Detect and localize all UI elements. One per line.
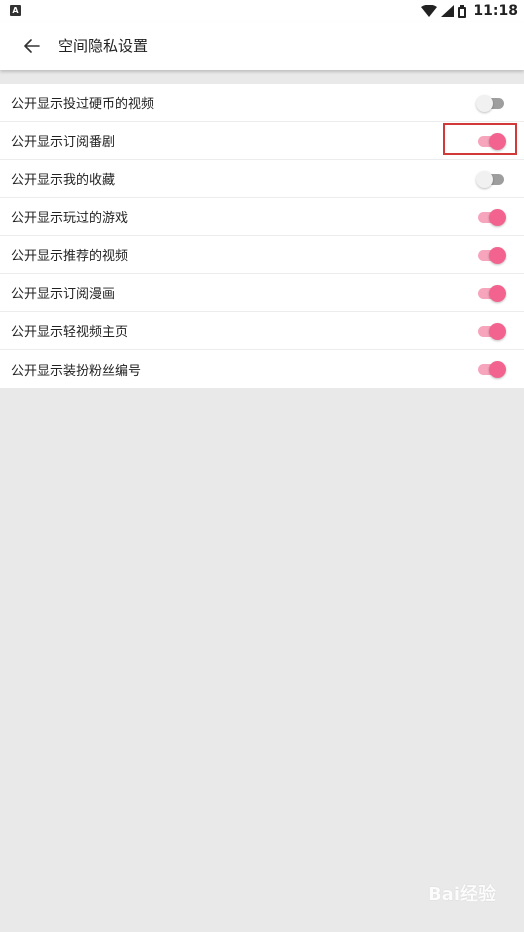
app-bar: 空间隐私设置 bbox=[0, 22, 524, 70]
switch-knob bbox=[489, 361, 506, 378]
toggle-switch[interactable] bbox=[476, 209, 506, 226]
switch-knob bbox=[489, 247, 506, 264]
signal-icon bbox=[441, 5, 455, 17]
switch-knob bbox=[489, 323, 506, 340]
setting-row: 公开显示轻视频主页 bbox=[0, 312, 524, 350]
toggle-switch[interactable] bbox=[476, 285, 506, 302]
setting-label: 公开显示装扮粉丝编号 bbox=[11, 363, 142, 379]
setting-label: 公开显示我的收藏 bbox=[11, 173, 116, 188]
setting-label: 公开显示推荐的视频 bbox=[11, 249, 129, 264]
setting-row: 公开显示投过硬币的视频 bbox=[0, 84, 524, 122]
setting-row: 公开显示订阅番剧 bbox=[0, 122, 524, 160]
toggle-switch[interactable] bbox=[476, 171, 506, 188]
setting-label: 公开显示轻视频主页 bbox=[11, 325, 129, 340]
status-time: 11:18 bbox=[473, 3, 518, 19]
toggle-switch[interactable] bbox=[476, 247, 506, 264]
switch-knob bbox=[476, 95, 493, 112]
page-title: 空间隐私设置 bbox=[58, 37, 149, 55]
toggle-switch[interactable] bbox=[476, 361, 506, 378]
highlight-box bbox=[443, 123, 517, 155]
setting-row: 公开显示装扮粉丝编号 bbox=[0, 350, 524, 388]
status-icons: 11:18 bbox=[421, 2, 518, 20]
watermark-logo: Bai经验 bbox=[427, 884, 496, 905]
toggle-switch[interactable] bbox=[476, 95, 506, 112]
setting-row: 公开显示玩过的游戏 bbox=[0, 198, 524, 236]
setting-label: 公开显示订阅漫画 bbox=[11, 287, 116, 302]
privacy-settings-list: 公开显示投过硬币的视频 公开显示订阅番剧 公开显示我的收藏 公开显示玩过的游戏 公开显示… bbox=[0, 84, 524, 388]
notification-icon: A bbox=[10, 5, 21, 16]
toggle-switch[interactable] bbox=[476, 323, 506, 340]
setting-row: 公开显示我的收藏 bbox=[0, 160, 524, 198]
setting-label: 公开显示订阅番剧 bbox=[11, 135, 116, 150]
switch-knob bbox=[489, 209, 506, 226]
status-bar: A 11:18 bbox=[0, 0, 524, 22]
switch-knob bbox=[489, 285, 506, 302]
setting-row: 公开显示订阅漫画 bbox=[0, 274, 524, 312]
back-button[interactable] bbox=[16, 32, 48, 60]
switch-knob bbox=[476, 171, 493, 188]
setting-label: 公开显示玩过的游戏 bbox=[11, 211, 129, 226]
battery-icon bbox=[458, 4, 467, 18]
arrow-left-icon bbox=[24, 39, 40, 53]
setting-row: 公开显示推荐的视频 bbox=[0, 236, 524, 274]
setting-label: 公开显示投过硬币的视频 bbox=[11, 97, 155, 112]
wifi-icon bbox=[421, 5, 438, 17]
